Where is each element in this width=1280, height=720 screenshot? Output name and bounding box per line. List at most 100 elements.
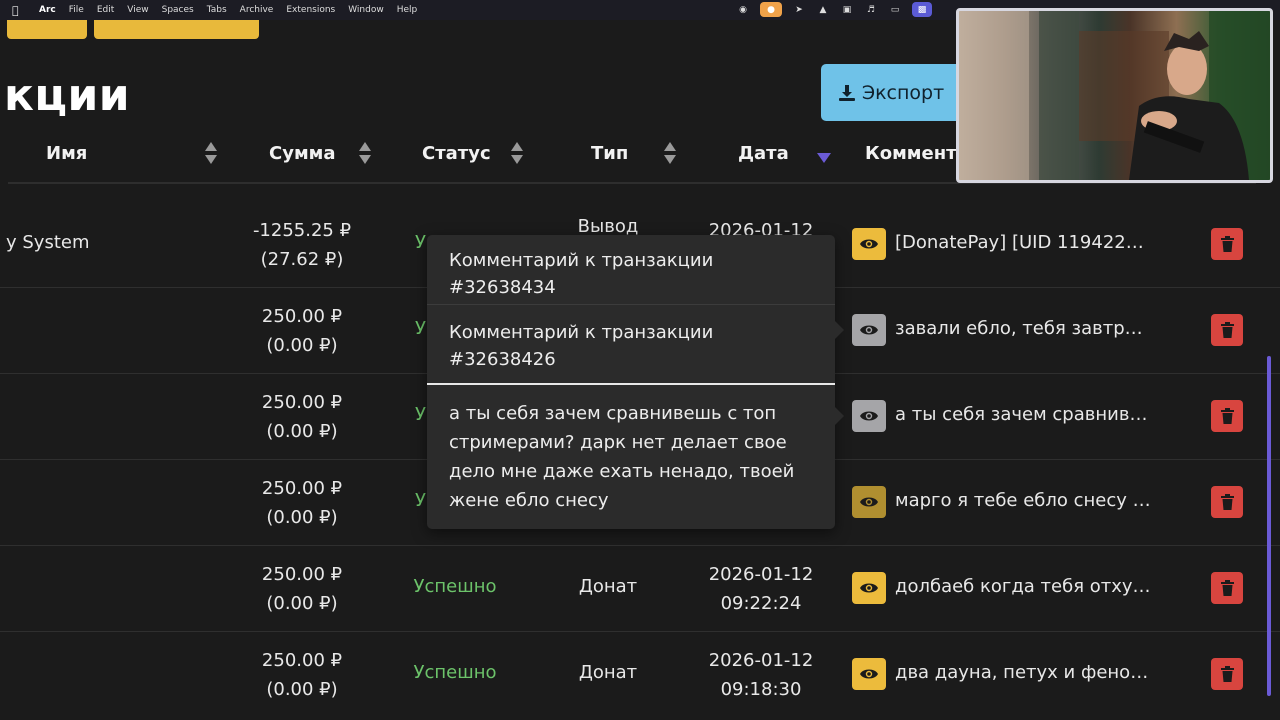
view-comment-button[interactable] (852, 486, 886, 518)
delete-button[interactable] (1211, 228, 1243, 260)
sum-net-value: (0.00 ₽) (266, 507, 338, 528)
eye-icon (860, 669, 878, 679)
menu-view[interactable]: View (127, 5, 148, 15)
tooltip-title-2: Комментарий к транзакции #32638426 (449, 322, 714, 370)
view-comment-button[interactable] (852, 572, 886, 604)
cell-comment: марго я тебе ебло снесу , ... (895, 490, 1153, 511)
cell-sum: 250.00 ₽ (0.00 ₽) (222, 646, 382, 704)
view-comment-button[interactable] (852, 228, 886, 260)
volume-icon[interactable]: ♬ (864, 3, 878, 17)
eye-icon (860, 583, 878, 593)
table-row: 250.00 ₽ (0.00 ₽) Успешно Донат 2026-01-1… (0, 632, 1280, 718)
tooltip-divider-strong (427, 383, 835, 385)
cell-sum: 250.00 ₽ (0.00 ₽) (222, 560, 382, 618)
trash-icon (1220, 666, 1234, 682)
view-comment-button[interactable] (852, 400, 886, 432)
cell-type: Донат (578, 662, 638, 683)
cell-sum: 250.00 ₽ (0.00 ₽) (222, 388, 382, 446)
sum-net-value: (0.00 ₽) (266, 593, 338, 614)
eye-icon (860, 497, 878, 507)
export-label: Экспорт (861, 81, 945, 104)
sort-sum-icon[interactable] (359, 142, 371, 166)
sort-status-icon[interactable] (511, 142, 523, 166)
cell-name: y System (6, 232, 90, 253)
view-comment-button[interactable] (852, 314, 886, 346)
tooltip-arrow (835, 321, 844, 339)
export-button[interactable]: Экспорт (821, 64, 961, 121)
eye-icon (860, 239, 878, 249)
eye-icon (860, 325, 878, 335)
cell-comment: завали ебло, тебя завтра ... (895, 318, 1153, 339)
column-header-comment[interactable]: Коммента (865, 143, 969, 164)
column-header-type[interactable]: Тип (591, 143, 628, 164)
cell-comment: два дауна, петух и фенози... (895, 662, 1153, 683)
sort-name-icon[interactable] (205, 142, 217, 166)
cell-sum: 250.00 ₽ (0.00 ₽) (222, 302, 382, 360)
sum-net-value: (0.00 ₽) (266, 421, 338, 442)
trash-icon (1220, 322, 1234, 338)
tooltip-comment-body: а ты себя зачем сравнивешь с топ стример… (449, 403, 795, 511)
trash-icon (1220, 236, 1234, 252)
cell-type: Донат (578, 576, 638, 597)
microphone-icon[interactable]: ● (760, 2, 782, 17)
rocket-icon[interactable]: ➤ (792, 3, 806, 17)
battery-icon[interactable]: ▣ (840, 3, 854, 17)
cell-comment: [DonatePay] [UID 1194228... (895, 232, 1153, 253)
menu-app-name[interactable]: Arc (39, 5, 56, 15)
menu-help[interactable]: Help (397, 5, 418, 15)
sort-type-icon[interactable] (664, 142, 676, 166)
sum-net-value: (0.00 ₽) (266, 679, 338, 700)
cell-sum: 250.00 ₽ (0.00 ₽) (222, 474, 382, 532)
cell-status: Успешно (413, 662, 497, 683)
menu-extensions[interactable]: Extensions (286, 5, 335, 15)
creative-cloud-icon[interactable]: ◉ (736, 3, 750, 17)
comment-tooltip: Комментарий к транзакции #32638434 Комме… (427, 235, 835, 529)
sum-value: 250.00 ₽ (261, 306, 343, 327)
apple-menu-icon[interactable]:  (12, 4, 26, 17)
delete-button[interactable] (1211, 486, 1243, 518)
menu-tabs[interactable]: Tabs (207, 5, 227, 15)
display-icon[interactable]: ▭ (888, 3, 902, 17)
sum-value: 250.00 ₽ (261, 564, 343, 585)
trash-icon (1220, 408, 1234, 424)
sum-net-value: (0.00 ₽) (266, 335, 338, 356)
sum-value: -1255.25 ₽ (252, 220, 352, 241)
sort-date-desc-icon[interactable] (817, 153, 831, 163)
control-center-icon[interactable]: ▩ (912, 2, 932, 17)
cell-date: 2026-01-12 09:22:24 (690, 560, 832, 618)
menu-archive[interactable]: Archive (240, 5, 274, 15)
delete-button[interactable] (1211, 400, 1243, 432)
eye-icon (860, 411, 878, 421)
column-header-status[interactable]: Статус (422, 143, 491, 164)
menu-edit[interactable]: Edit (97, 5, 114, 15)
view-comment-button[interactable] (852, 658, 886, 690)
table-row: 250.00 ₽ (0.00 ₽) Успешно Донат 2026-01-1… (0, 546, 1280, 632)
menu-spaces[interactable]: Spaces (162, 5, 194, 15)
date-value: 2026-01-12 (708, 650, 814, 671)
cell-status: Успешно (413, 576, 497, 597)
cell-date: 2026-01-12 09:18:30 (690, 646, 832, 704)
scrollbar-thumb[interactable] (1267, 356, 1271, 696)
column-header-date[interactable]: Дата (738, 143, 789, 164)
top-button-1[interactable] (7, 20, 87, 39)
animal-icon[interactable]: ▲ (816, 3, 830, 17)
cell-comment: долбаеб когда тебя отхуя... (895, 576, 1153, 597)
cell-sum: -1255.25 ₽ (27.62 ₽) (222, 216, 382, 274)
page-title: кции (4, 70, 131, 121)
top-button-2[interactable] (94, 20, 259, 39)
tooltip-divider (427, 304, 835, 305)
sum-value: 250.00 ₽ (261, 392, 343, 413)
delete-button[interactable] (1211, 572, 1243, 604)
menu-file[interactable]: File (69, 5, 84, 15)
trash-icon (1220, 494, 1234, 510)
column-header-sum[interactable]: Сумма (269, 143, 336, 164)
column-header-name[interactable]: Имя (46, 143, 87, 164)
menu-window[interactable]: Window (348, 5, 384, 15)
status-icons: ◉ ● ➤ ▲ ▣ ♬ ▭ ▩ (736, 2, 932, 17)
sum-net-value: (27.62 ₽) (260, 249, 344, 270)
delete-button[interactable] (1211, 658, 1243, 690)
cell-comment: а ты себя зачем сравниве... (895, 404, 1153, 425)
delete-button[interactable] (1211, 314, 1243, 346)
cell-type: Вывод (577, 216, 639, 237)
date-value: 2026-01-12 (708, 564, 814, 585)
